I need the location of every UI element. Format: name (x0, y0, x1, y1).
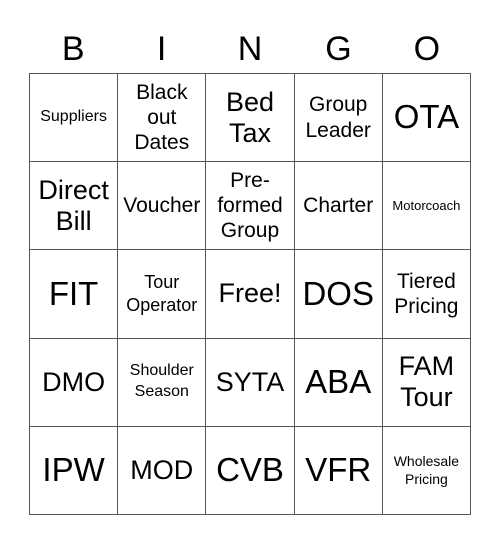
bingo-cell-label: DOS (302, 274, 374, 312)
bingo-cell-label: Suppliers (40, 108, 107, 126)
bingo-cell-label: Pre-formed Group (217, 168, 282, 244)
bingo-cell[interactable]: Direct Bill (30, 162, 119, 251)
bingo-cell-label: Tiered Pricing (394, 269, 458, 319)
bingo-cell-line: Black (136, 80, 188, 104)
bingo-cell-label: IPW (42, 450, 105, 488)
header-letter-n: N (237, 30, 263, 68)
bingo-header: B I N G O (29, 26, 471, 72)
bingo-cell-line: Leader (305, 118, 371, 142)
header-letter-g: G (325, 30, 352, 68)
bingo-cell[interactable]: CVB (206, 426, 295, 515)
bingo-cell[interactable]: Wholesale Pricing (382, 426, 471, 515)
bingo-cell-label: Tour Operator (126, 271, 197, 316)
bingo-cell-label: Voucher (123, 194, 201, 218)
bingo-cell-line: Bed (225, 86, 275, 117)
bingo-cell[interactable]: Voucher (118, 162, 207, 251)
bingo-cell-label: FAM Tour (399, 351, 455, 413)
bingo-cell[interactable]: OTA (382, 74, 471, 163)
bingo-cell[interactable]: Charter (294, 162, 383, 251)
bingo-cell[interactable]: Free! (206, 250, 295, 339)
bingo-cell-label: OTA (393, 98, 460, 136)
bingo-cell-line: Pre- (230, 169, 270, 192)
bingo-cell-label: Motorcoach (392, 197, 461, 213)
bingo-cell[interactable]: DOS (294, 250, 383, 339)
bingo-cell-line: Tax (228, 117, 271, 148)
header-letter-i: I (156, 30, 167, 68)
bingo-cell[interactable]: Tiered Pricing (382, 250, 471, 339)
bingo-cell[interactable]: FAM Tour (382, 338, 471, 427)
bingo-cell-label: CVB (216, 450, 284, 488)
bingo-cell-line: formed (217, 194, 283, 218)
bingo-cell-line: Tour (400, 382, 453, 413)
bingo-cell-line: Group (220, 219, 280, 243)
bingo-cell[interactable]: DMO (30, 338, 119, 427)
bingo-cell-line: Shoulder (129, 362, 194, 380)
bingo-cell[interactable]: Tour Operator (118, 250, 207, 339)
bingo-cell[interactable]: Group Leader (294, 74, 383, 163)
bingo-cell-label: Free! (218, 278, 282, 309)
bingo-cell-label: MOD (130, 454, 194, 485)
bingo-cell-label: DMO (42, 366, 106, 397)
bingo-cell-label: Bed Tax (226, 87, 274, 149)
header-letter-o: O (413, 30, 441, 68)
bingo-cell-line: Season (134, 383, 189, 401)
bingo-cell[interactable]: Shoulder Season (118, 338, 207, 427)
bingo-cell-line: Operator (126, 294, 198, 315)
bingo-cell[interactable]: SYTA (206, 338, 295, 427)
bingo-cell-label: Group Leader (306, 92, 371, 142)
bingo-cell-line: Tiered (397, 269, 456, 293)
bingo-cell-label: Direct Bill (38, 175, 109, 237)
bingo-cell-label: Black out Dates (134, 80, 189, 156)
bingo-cell-label: VFR (305, 450, 372, 488)
bingo-cell[interactable]: Suppliers (30, 74, 119, 163)
bingo-cell[interactable]: Black out Dates (118, 74, 207, 163)
bingo-cell-label: SYTA (215, 366, 285, 397)
bingo-cell[interactable]: IPW (30, 426, 119, 515)
bingo-cell-label: ABA (305, 362, 372, 400)
bingo-cell-line: Tour (144, 272, 180, 293)
bingo-cell-label: Wholesale Pricing (394, 452, 459, 490)
bingo-cell-line: Wholesale (393, 452, 460, 469)
bingo-cell[interactable]: Bed Tax (206, 74, 295, 163)
bingo-cell[interactable]: ABA (294, 338, 383, 427)
bingo-cell-line: Dates (134, 131, 190, 155)
bingo-cell-line: Group (309, 93, 368, 117)
bingo-cell[interactable]: VFR (294, 426, 383, 515)
header-letter-b: B (61, 30, 85, 68)
bingo-cell-line: Pricing (394, 294, 459, 318)
bingo-cell-line: Bill (55, 205, 92, 236)
bingo-cell-label: Shoulder Season (130, 361, 194, 403)
bingo-cell[interactable]: MOD (118, 426, 207, 515)
bingo-cell[interactable]: Pre-formed Group (206, 162, 295, 251)
bingo-cell-label: Charter (303, 194, 374, 218)
bingo-grid: Suppliers Black out Dates Bed Tax Group Leader O… (29, 73, 471, 515)
bingo-cell-line: Pricing (404, 471, 448, 488)
bingo-cell[interactable]: Motorcoach (382, 162, 471, 251)
bingo-cell-line: out (147, 106, 177, 129)
bingo-cell-line: Direct (38, 174, 109, 205)
bingo-cell-line: FAM (398, 351, 455, 382)
bingo-cell[interactable]: FIT (30, 250, 119, 339)
bingo-cell-label: FIT (48, 274, 99, 312)
